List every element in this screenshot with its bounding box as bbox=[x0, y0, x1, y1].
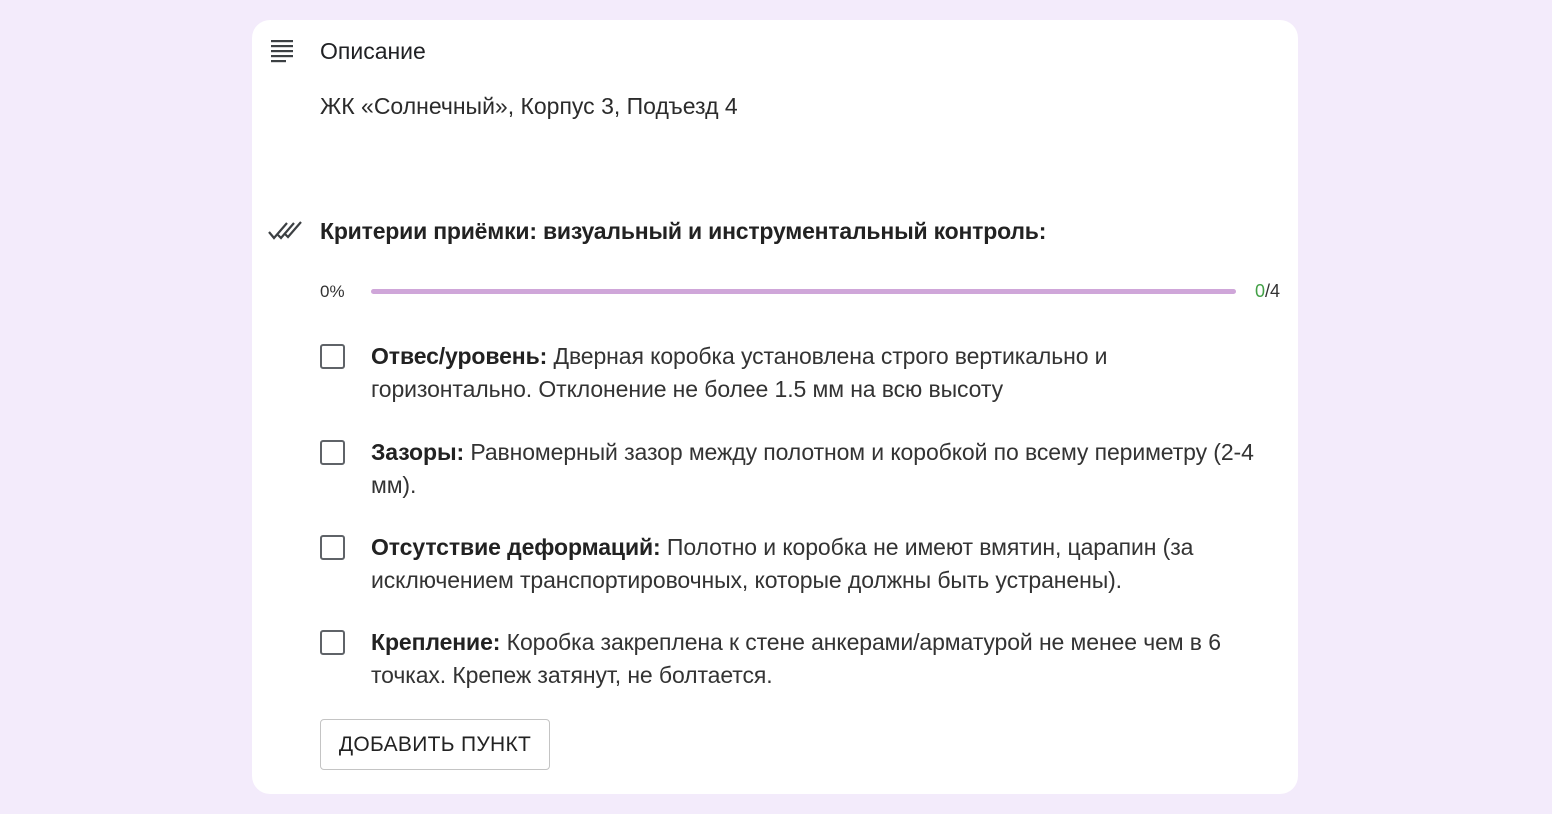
checklist-item-text[interactable]: Крепление: Коробка закреплена к стене ан… bbox=[371, 626, 1271, 692]
description-text[interactable]: ЖК «Солнечный», Корпус 3, Подъезд 4 bbox=[320, 92, 738, 120]
progress-count: 0/4 bbox=[1255, 280, 1280, 302]
checklist-item-checkbox[interactable] bbox=[320, 630, 345, 655]
description-title: Описание bbox=[320, 38, 426, 64]
checklist-item-label: Крепление: bbox=[371, 629, 501, 655]
checklist-item-checkbox[interactable] bbox=[320, 344, 345, 369]
checklist-item-text[interactable]: Отсутствие деформаций: Полотно и коробка… bbox=[371, 531, 1271, 597]
progress-total: /4 bbox=[1264, 281, 1280, 301]
checklist-title[interactable]: Критерии приёмки: визуальный и инструмен… bbox=[320, 217, 1046, 245]
checklist-item-text[interactable]: Отвес/уровень: Дверная коробка установле… bbox=[371, 340, 1271, 406]
checklist-item: Зазоры: Равномерный зазор между полотном… bbox=[318, 436, 1278, 506]
notes-icon bbox=[268, 36, 298, 66]
double-check-icon bbox=[268, 216, 302, 246]
progress-percent: 0% bbox=[320, 282, 345, 301]
checklist-item-label: Отсутствие деформаций: bbox=[371, 534, 661, 560]
checklist-item-checkbox[interactable] bbox=[320, 440, 345, 465]
checklist-item: Отсутствие деформаций: Полотно и коробка… bbox=[318, 531, 1278, 601]
checklist-item-label: Зазоры: bbox=[371, 439, 465, 465]
checklist-item-description: Равномерный зазор между полотном и короб… bbox=[371, 439, 1254, 498]
checklist-item-label: Отвес/уровень: bbox=[371, 343, 548, 369]
task-card: Описание ЖК «Солнечный», Корпус 3, Подъе… bbox=[252, 20, 1298, 794]
checklist-item: Отвес/уровень: Дверная коробка установле… bbox=[318, 340, 1278, 410]
checklist-item-text[interactable]: Зазоры: Равномерный зазор между полотном… bbox=[371, 436, 1271, 502]
checklist-item-checkbox[interactable] bbox=[320, 535, 345, 560]
checklist-item: Крепление: Коробка закреплена к стене ан… bbox=[318, 626, 1278, 696]
add-item-button[interactable]: ДОБАВИТЬ ПУНКТ bbox=[320, 719, 550, 770]
progress-done-count: 0 bbox=[1254, 281, 1265, 301]
progress-bar bbox=[371, 289, 1236, 294]
